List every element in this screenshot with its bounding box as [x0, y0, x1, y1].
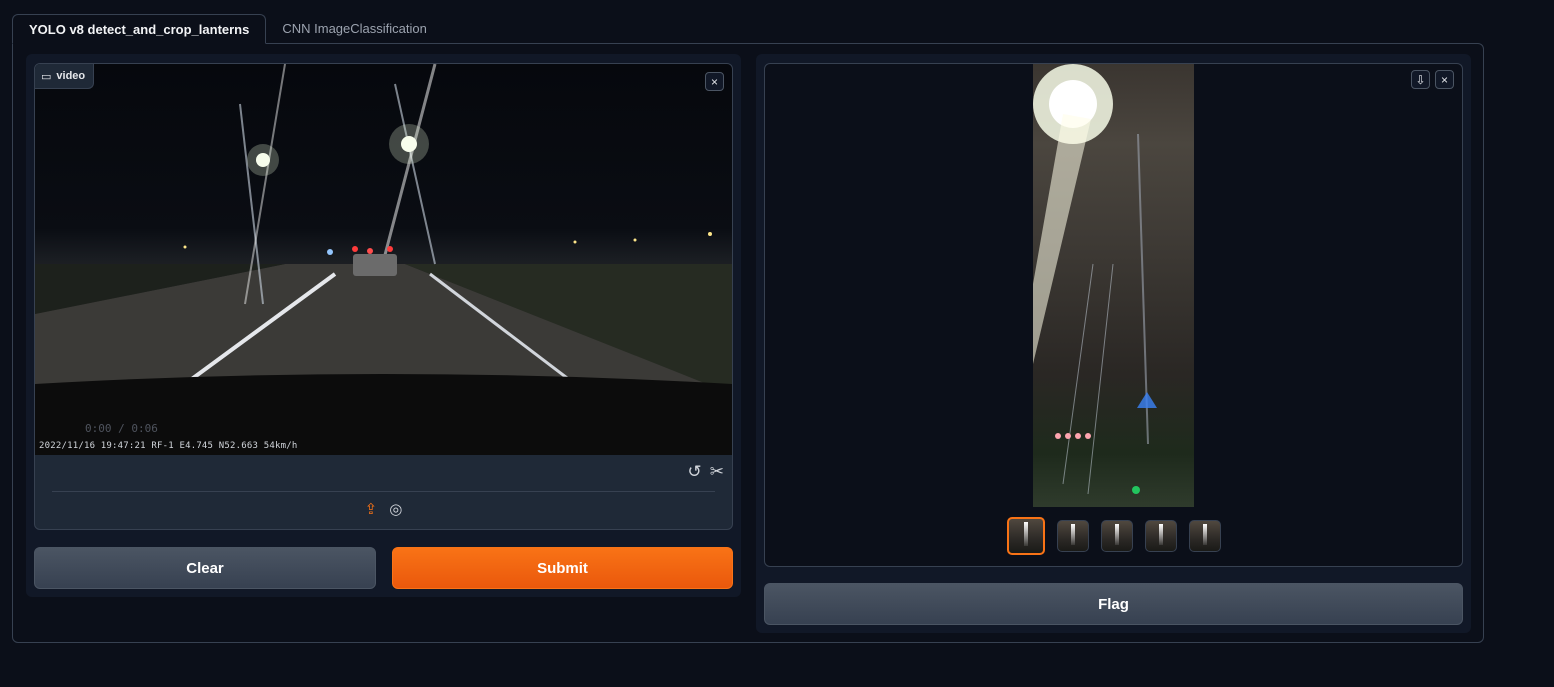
video-input: 0:00 / 0:06 2022/11/16 19:47:21 RF-1 E4.… [34, 63, 733, 530]
component-label: ▭ video [35, 64, 95, 89]
output-gallery: ⇩ × [764, 63, 1463, 567]
video-time: 0:00 / 0:06 [85, 422, 158, 435]
tab-cnn[interactable]: CNN ImageClassification [266, 14, 443, 44]
download-icon: ⇩ [1415, 72, 1426, 87]
component-label-text: video [56, 70, 86, 82]
video-edit-controls: ↺ ✂ [688, 462, 725, 482]
undo-icon[interactable]: ↺ [688, 462, 702, 482]
tab-yolo[interactable]: YOLO v8 detect_and_crop_lanterns [12, 14, 267, 44]
gallery-thumbnails [765, 517, 1462, 555]
close-icon: × [710, 74, 718, 89]
crop-scene [1033, 64, 1157, 495]
upload-icon[interactable]: ⇪ [365, 500, 378, 518]
video-scene [35, 64, 732, 455]
tab-panel: 0:00 / 0:06 2022/11/16 19:47:21 RF-1 E4.… [12, 43, 1484, 643]
close-gallery-button[interactable]: × [1435, 70, 1454, 89]
tab-bar: YOLO v8 detect_and_crop_lanterns CNN Ima… [12, 14, 443, 44]
output-column: ⇩ × Flag [756, 54, 1471, 633]
webcam-icon[interactable]: ◎ [389, 500, 402, 518]
clear-button[interactable]: Clear [34, 547, 376, 589]
gallery-thumbnail[interactable] [1100, 520, 1133, 552]
gallery-thumbnail[interactable] [1144, 520, 1177, 552]
flag-button[interactable]: Flag [764, 583, 1463, 625]
video-camera-icon: ▭ [41, 70, 52, 83]
video-player[interactable]: 0:00 / 0:06 2022/11/16 19:47:21 RF-1 E4.… [35, 64, 732, 455]
divider [52, 491, 715, 492]
scissors-icon[interactable]: ✂ [710, 462, 724, 482]
gallery-thumbnail[interactable] [1006, 517, 1045, 555]
download-button[interactable]: ⇩ [1411, 70, 1430, 89]
source-selector: ⇪ ◎ [35, 500, 732, 518]
gallery-preview-image[interactable] [1033, 64, 1194, 507]
gallery-thumbnail[interactable] [1056, 520, 1089, 552]
gallery-thumbnail[interactable] [1188, 520, 1221, 552]
submit-button[interactable]: Submit [392, 547, 733, 589]
clear-video-button[interactable]: × [705, 72, 724, 91]
input-column: 0:00 / 0:06 2022/11/16 19:47:21 RF-1 E4.… [26, 54, 741, 597]
close-icon: × [1440, 72, 1448, 87]
dashcam-stamp: 2022/11/16 19:47:21 RF-1 E4.745 N52.663 … [39, 441, 298, 451]
